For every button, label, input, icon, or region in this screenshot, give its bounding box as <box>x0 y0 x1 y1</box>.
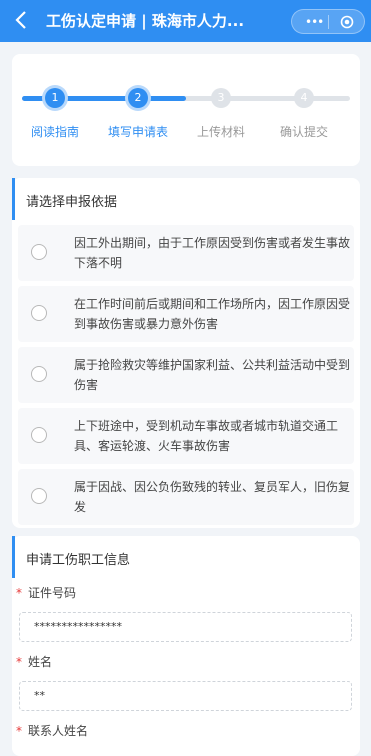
step-3-dot: 3 <box>211 88 231 108</box>
radio-button[interactable] <box>31 488 47 504</box>
option-text: 上下班途中，受到机动车事故或者城市轨道交通工具、客运轮渡、火车事故伤害 <box>74 419 339 453</box>
back-arrow-icon[interactable] <box>10 8 34 32</box>
step-1-label: 阅读指南 <box>30 125 79 139</box>
option-text: 属于因战、因公负伤致残的转业、复员军人，旧伤复发 <box>74 480 351 514</box>
basis-option[interactable]: 上下班途中，受到机动车事故或者城市轨道交通工具、客运轮渡、火车事故伤害 <box>18 408 354 464</box>
page-title: 工伤认定申请 | 珠海市人力... <box>46 12 245 30</box>
radio-button[interactable] <box>31 244 47 260</box>
close-miniprogram-icon[interactable] <box>340 15 354 29</box>
id-number-label: * 证件号码 <box>16 586 77 600</box>
basis-option[interactable]: 属于抢险救灾等维护国家利益、公共利益活动中受到伤害 <box>18 347 354 403</box>
step-2-dot: 2 <box>128 88 148 108</box>
name-label: * 姓名 <box>16 655 53 669</box>
section-title: 申请工伤职工信息 <box>26 553 131 568</box>
more-icon[interactable]: ••• <box>305 16 324 28</box>
top-bar: 工伤认定申请 | 珠海市人力... ••• <box>0 0 371 42</box>
step-3-label: 上传材料 <box>196 125 245 139</box>
option-text: 属于抢险救灾等维护国家利益、公共利益活动中受到伤害 <box>74 358 351 392</box>
option-text: 因工外出期间，由于工作原因受到伤害或者发生事故下落不明 <box>74 236 351 270</box>
required-mark: * <box>16 655 22 669</box>
required-mark: * <box>16 586 22 600</box>
step-1-dot: 1 <box>45 88 65 108</box>
progress-steps: 1 2 3 4 阅读指南 填写申请表 上传材料 确认提交 <box>12 54 360 166</box>
step-2-label: 填写申请表 <box>107 125 168 139</box>
basis-section: 请选择申报依据 因工外出期间，由于工作原因受到伤害或者发生事故下落不明 在工作时… <box>12 178 360 528</box>
capsule-divider <box>328 15 329 29</box>
contact-name-label: * 联系人姓名 <box>16 724 89 738</box>
basis-option[interactable]: 属于因战、因公负伤致残的转业、复员军人，旧伤复发 <box>18 469 354 525</box>
section-header: 请选择申报依据 <box>12 178 360 220</box>
step-4-dot: 4 <box>294 88 314 108</box>
radio-button[interactable] <box>31 305 47 321</box>
radio-button[interactable] <box>31 366 47 382</box>
mini-program-capsule: ••• <box>291 9 365 34</box>
id-number-input[interactable]: **************** <box>19 612 352 642</box>
option-text: 在工作时间前后或期间和工作场所内，因工作原因受到事故伤害或暴力意外伤害 <box>74 297 351 331</box>
required-mark: * <box>16 724 22 738</box>
step-4-label: 确认提交 <box>279 125 328 139</box>
name-input[interactable]: ** <box>19 681 352 711</box>
basis-option[interactable]: 在工作时间前后或期间和工作场所内，因工作原因受到事故伤害或暴力意外伤害 <box>18 286 354 342</box>
section-header: 申请工伤职工信息 <box>12 536 360 578</box>
section-title: 请选择申报依据 <box>26 195 118 210</box>
basis-option[interactable]: 因工外出期间，由于工作原因受到伤害或者发生事故下落不明 <box>18 225 354 281</box>
radio-button[interactable] <box>31 427 47 443</box>
